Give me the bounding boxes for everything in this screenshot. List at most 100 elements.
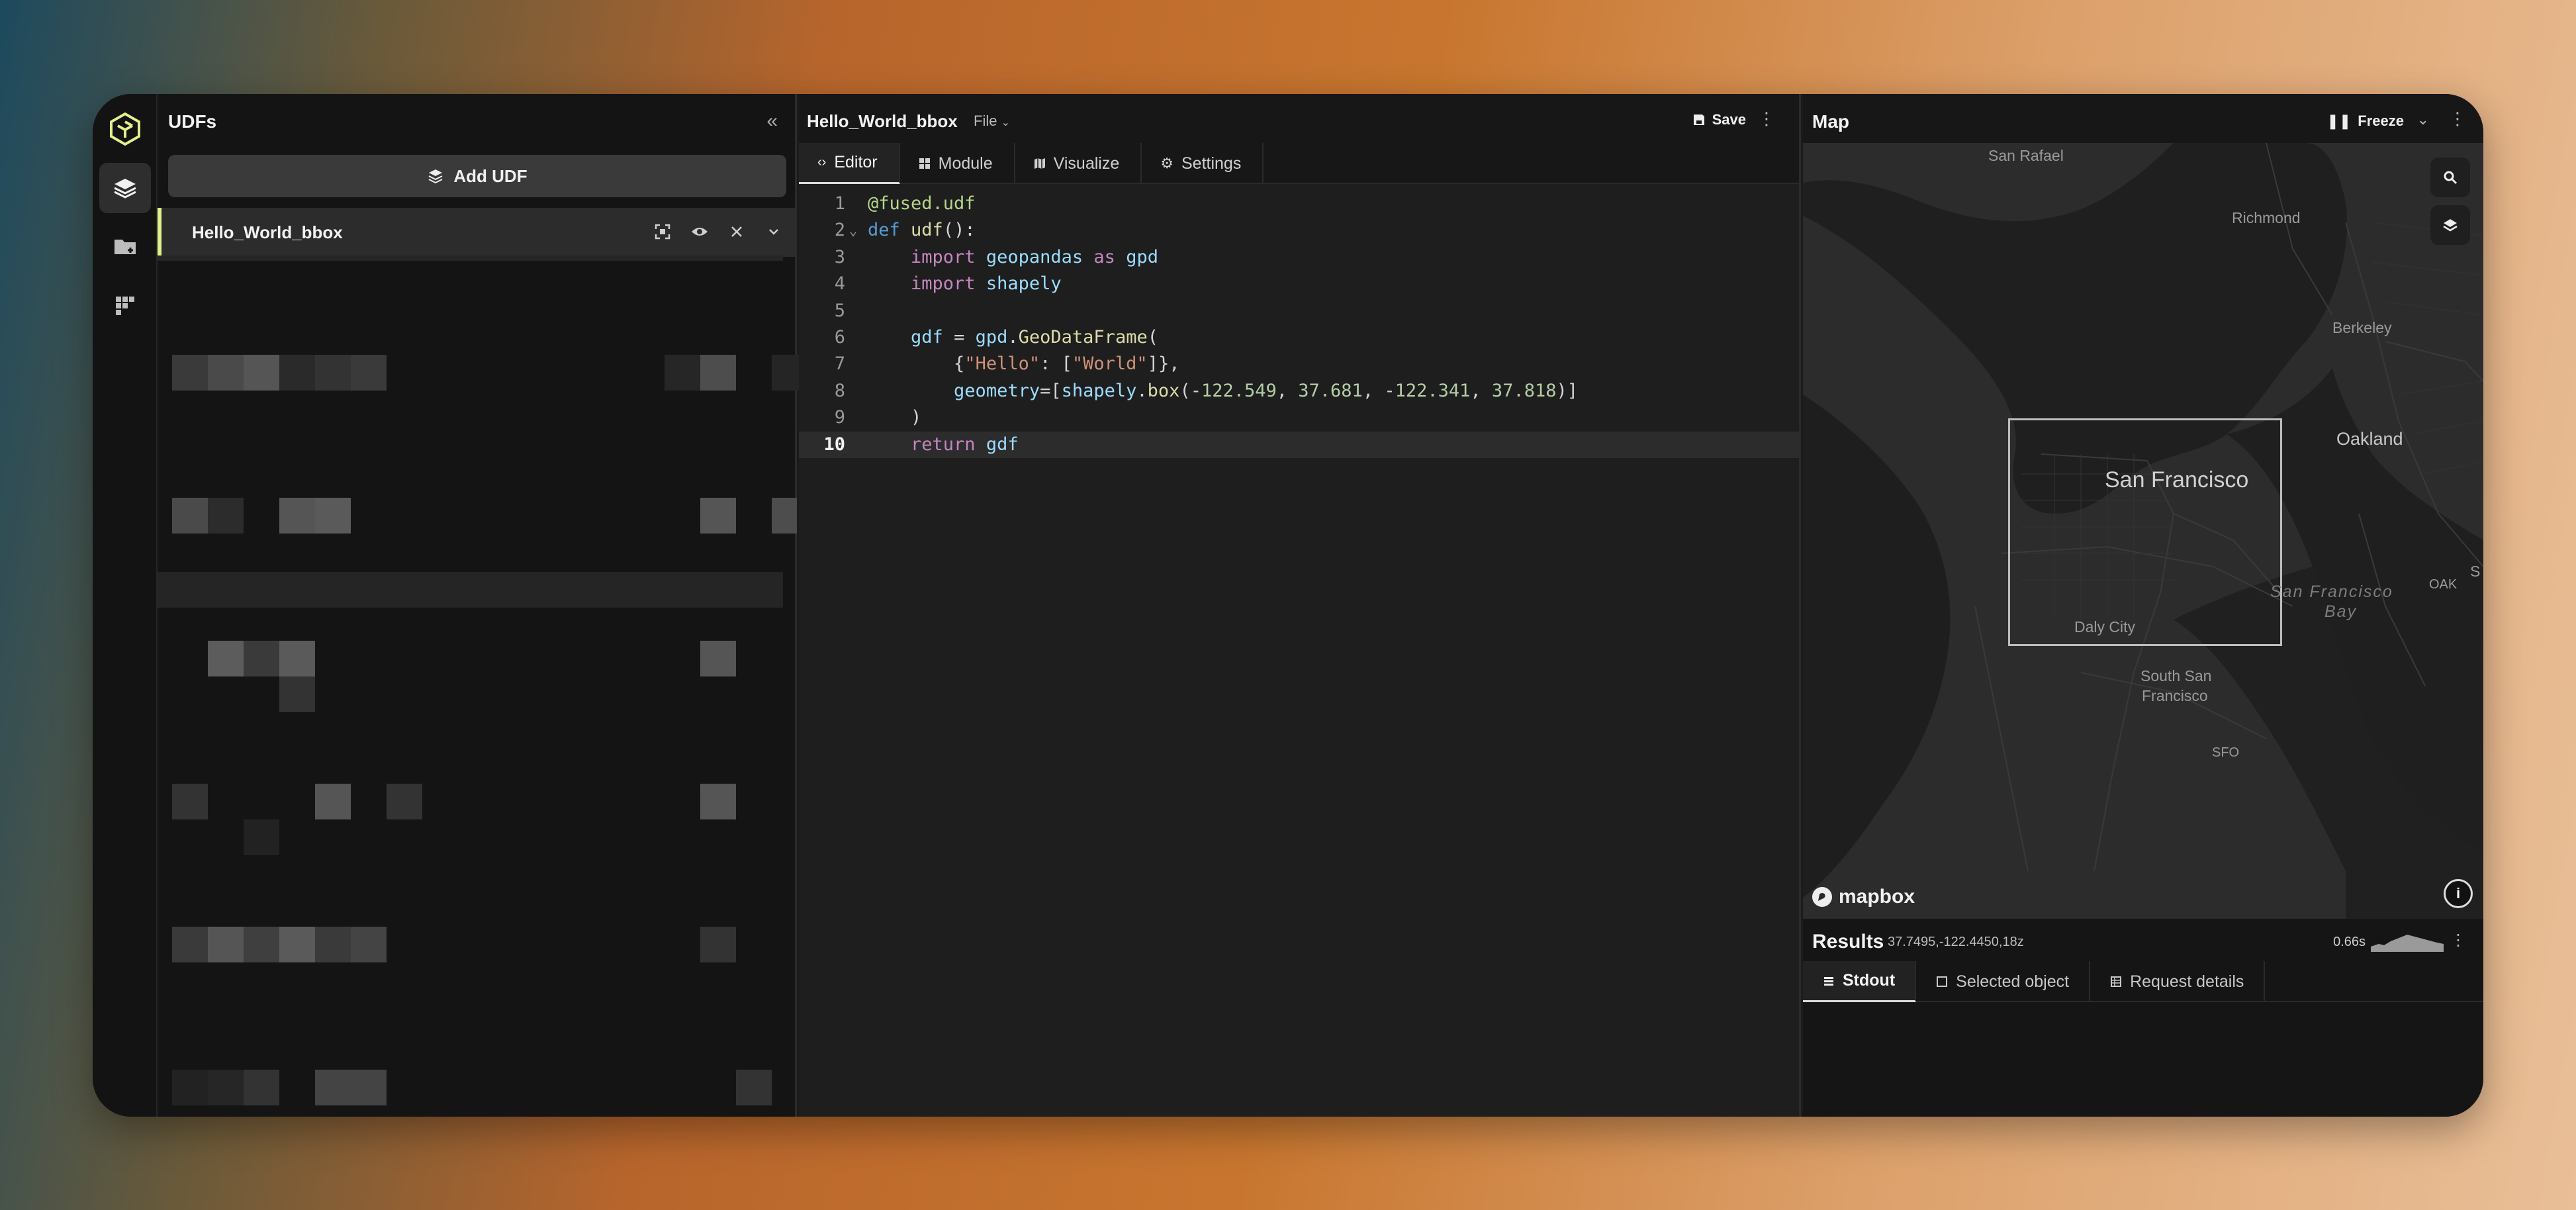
bbox-polygon[interactable]	[2008, 418, 2282, 646]
preview-tile	[279, 927, 315, 962]
map-label: SFO	[2212, 745, 2240, 760]
tab-editor[interactable]: ‹› Editor	[799, 143, 900, 184]
preview-tile	[244, 355, 279, 391]
code-line: 4 import shapely	[799, 271, 1799, 297]
code-text: def udf():	[868, 220, 976, 241]
results-tabs: Stdout Selected object Request details	[1803, 961, 2483, 1002]
code-line: 9 )	[799, 404, 1799, 431]
code-text: return gdf	[911, 434, 1019, 455]
code-area[interactable]: 1 @fused.udf 2 ⌄ def udf(): 3 import geopan…	[799, 191, 1799, 458]
save-button[interactable]: Save	[1692, 111, 1746, 128]
timing-sparkline	[2371, 935, 2444, 952]
line-number: 5	[834, 300, 845, 321]
close-icon[interactable]	[727, 220, 747, 244]
preview-tile	[208, 641, 244, 676]
gear-icon: ⚙	[1160, 155, 1173, 171]
map-label: Francisco	[2142, 687, 2208, 704]
tab-selected-object[interactable]: Selected object	[1916, 961, 2091, 1002]
preview-tile	[244, 641, 279, 676]
chevron-down-icon[interactable]	[764, 220, 784, 244]
zoom-to-fit-icon[interactable]	[653, 220, 672, 244]
map-label: Oakland	[2336, 429, 2403, 449]
code-line: 8 geometry=[shapely.box(-122.549, 37.681…	[799, 378, 1799, 404]
preview-tile	[700, 641, 736, 676]
code-line: 1 @fused.udf	[799, 191, 1799, 217]
preview-tile	[665, 355, 700, 391]
preview-tile	[700, 927, 736, 962]
layers-plus-icon	[428, 169, 443, 184]
tab-settings[interactable]: ⚙ Settings	[1142, 143, 1264, 184]
layers-nav-icon[interactable]	[99, 163, 151, 213]
tab-visualize[interactable]: Visualize	[1015, 143, 1142, 184]
map-label: South San	[2140, 667, 2212, 684]
tab-label: Visualize	[1053, 154, 1120, 173]
more-options-icon[interactable]: ⋮	[2449, 109, 2466, 129]
preview-tile	[700, 784, 736, 819]
udf-list-item[interactable]: Hello_World_bbox	[158, 208, 797, 257]
preview-tile	[315, 784, 351, 819]
grid-nav-icon[interactable]	[99, 281, 151, 331]
preview-divider	[158, 256, 783, 261]
eye-icon[interactable]	[690, 220, 710, 244]
preview-tile	[172, 355, 208, 391]
tab-module[interactable]: Module	[900, 143, 1015, 184]
map-header: Map ❚❚ Freeze ⌄ ⋮	[1803, 94, 2483, 143]
map-label: S	[2470, 563, 2481, 580]
list-icon	[1824, 976, 1833, 986]
preview-tile	[279, 355, 315, 391]
freeze-button[interactable]: ❚❚ Freeze	[2326, 113, 2404, 130]
preview-tile	[172, 498, 208, 534]
preview-tile	[244, 927, 279, 962]
collapse-panel-icon[interactable]: «	[766, 110, 778, 132]
code-line: 5	[799, 298, 1799, 324]
tab-stdout[interactable]: Stdout	[1803, 961, 1917, 1002]
line-number: 8	[834, 380, 845, 401]
info-icon[interactable]: i	[2444, 879, 2473, 908]
line-number: 4	[834, 273, 845, 295]
preview-tile	[244, 819, 279, 855]
map-view[interactable]: San Rafael Richmond Berkeley Oakland San…	[1803, 143, 2483, 919]
map-label: San Francisco	[2105, 467, 2249, 492]
code-text: )	[868, 407, 922, 428]
tab-label: Editor	[834, 153, 878, 171]
mapbox-logo[interactable]: mapbox	[1811, 886, 1915, 908]
line-number: 9	[834, 407, 845, 428]
line-number: 3	[834, 246, 845, 267]
udf-preview-tiles	[158, 256, 807, 1117]
code-text: @fused.udf	[868, 193, 976, 214]
add-udf-button[interactable]: Add UDF	[168, 155, 786, 197]
code-text: import geopandas as gpd	[911, 246, 1158, 267]
mapbox-icon	[1812, 887, 1832, 907]
map-label: Berkeley	[2332, 319, 2392, 336]
search-icon[interactable]	[2430, 158, 2470, 197]
preview-tile	[387, 784, 422, 819]
code-text: geometry=[shapely.box(-122.549, 37.681, …	[954, 380, 1578, 401]
map-label: San Francisco	[2270, 582, 2393, 601]
preview-tile	[351, 355, 387, 391]
fused-logo-icon[interactable]	[107, 111, 143, 147]
chevron-down-icon[interactable]: ⌄	[2417, 111, 2429, 128]
file-menu[interactable]: File ⌄	[974, 113, 1010, 130]
add-udf-label: Add UDF	[453, 165, 528, 186]
layers-icon[interactable]	[2430, 205, 2470, 245]
preview-tile	[315, 927, 351, 962]
preview-tile	[700, 498, 736, 534]
folder-add-nav-icon[interactable]	[99, 221, 151, 271]
preview-band	[158, 572, 783, 608]
preview-tile	[351, 1070, 387, 1105]
mapbox-text: mapbox	[1839, 886, 1915, 908]
map-icon	[1034, 158, 1045, 169]
map-panel: Map ❚❚ Freeze ⌄ ⋮ San Rafael Richmond Be…	[1803, 94, 2483, 1117]
tab-request-details[interactable]: Request details	[2090, 961, 2266, 1002]
more-options-icon[interactable]: ⋮	[1758, 109, 1775, 129]
preview-tile	[208, 498, 244, 534]
editor-tabs: ‹› Editor Module Visualize ⚙ Settings	[799, 143, 1799, 184]
map-label: San Rafael	[1988, 147, 2064, 164]
preview-tile	[208, 1070, 244, 1105]
more-options-icon[interactable]: ⋮	[2450, 931, 2466, 950]
preview-tile	[315, 1070, 351, 1105]
pause-icon: ❚❚	[2326, 113, 2352, 129]
map-label: Richmond	[2232, 209, 2301, 226]
map-label: OAK	[2429, 577, 2458, 592]
fold-icon[interactable]: ⌄	[849, 217, 857, 244]
